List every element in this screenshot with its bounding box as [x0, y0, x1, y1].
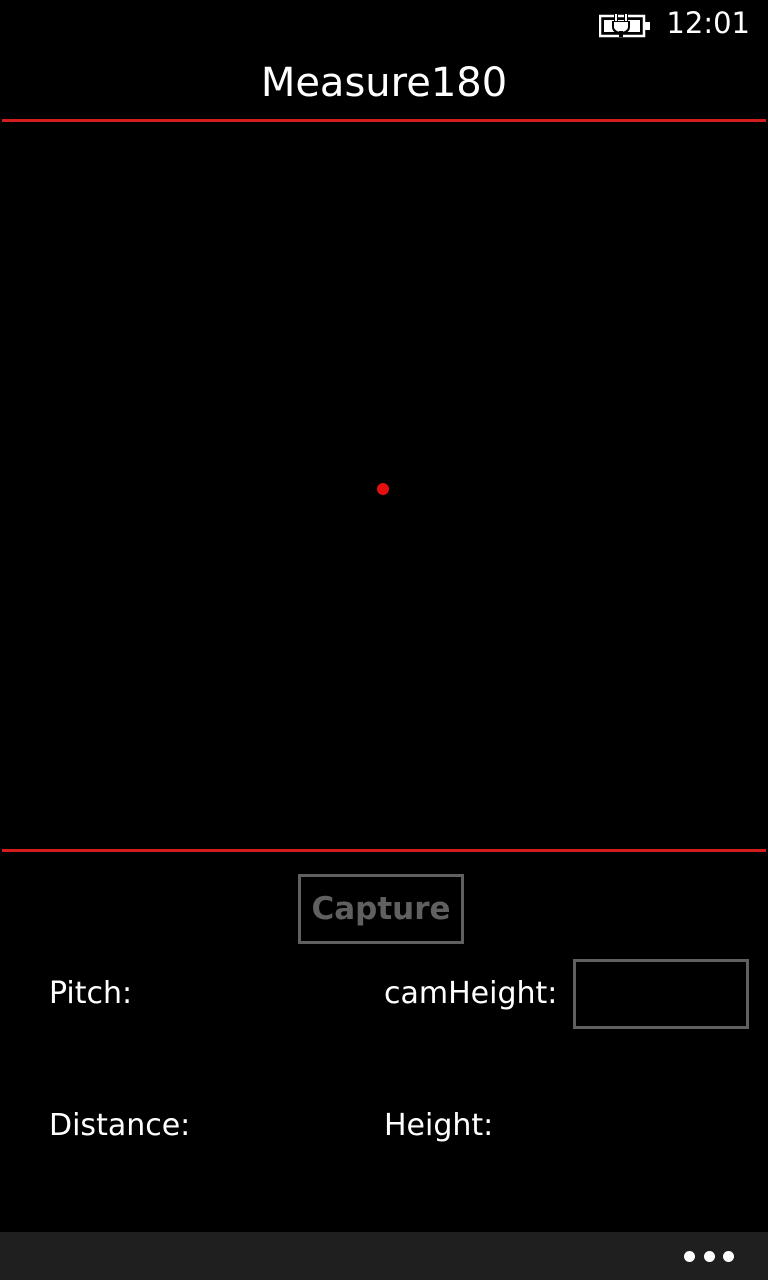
- page-title: Measure180: [260, 60, 508, 106]
- camheight-input[interactable]: [573, 959, 749, 1029]
- crosshair-dot: [377, 483, 389, 495]
- status-clock: 12:01: [666, 6, 750, 40]
- camheight-label: camHeight:: [384, 976, 558, 1011]
- status-bar: 12:01: [0, 0, 768, 50]
- more-dot: [703, 1250, 715, 1262]
- app-bar: [0, 1232, 768, 1280]
- bottom-divider: [2, 849, 766, 852]
- camera-viewfinder[interactable]: [0, 122, 768, 849]
- pitch-label: Pitch:: [49, 976, 133, 1011]
- capture-button[interactable]: Capture: [298, 874, 464, 944]
- phone-screen: 12:01 Measure180 Capture Pitch: camHeigh…: [0, 0, 768, 1280]
- more-dot: [723, 1250, 734, 1262]
- height-label: Height:: [384, 1108, 494, 1143]
- more-options-icon[interactable]: [684, 1246, 734, 1266]
- more-dot: [684, 1250, 695, 1262]
- battery-charging-icon: [599, 14, 650, 38]
- distance-label: Distance:: [49, 1108, 191, 1143]
